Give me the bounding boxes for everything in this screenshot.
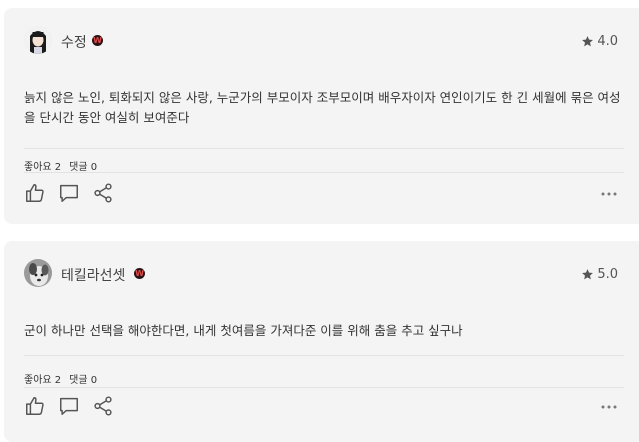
star-icon xyxy=(582,269,594,280)
divider xyxy=(24,148,624,149)
action-bar xyxy=(24,395,114,417)
rating-value: 4.0 xyxy=(597,34,618,49)
review-card: 수정 W 4.0 늙지 않은 노인, 퇴화되지 않은 사랑, 누군가의 부모이자… xyxy=(4,8,639,224)
review-stats: 좋아요 2 댓글 0 xyxy=(24,371,105,386)
share-icon[interactable] xyxy=(92,395,114,417)
divider xyxy=(24,172,624,173)
avatar[interactable] xyxy=(24,26,52,54)
watcha-badge-icon: W xyxy=(92,35,103,46)
review-stats: 좋아요 2 댓글 0 xyxy=(24,158,105,173)
avatar[interactable] xyxy=(24,259,52,287)
comment-icon[interactable] xyxy=(58,182,80,204)
star-icon xyxy=(582,36,594,47)
rating-value: 5.0 xyxy=(597,267,618,282)
more-icon[interactable] xyxy=(600,404,618,410)
rating: 5.0 xyxy=(581,267,618,282)
review-card: 테킬라선셋 W 5.0 군이 하나만 선택을 해야한다면, 내게 첫여름을 가져… xyxy=(4,241,639,442)
divider xyxy=(24,355,624,356)
watcha-badge-icon: W xyxy=(134,268,145,279)
more-icon[interactable] xyxy=(600,191,618,197)
review-text[interactable]: 군이 하나만 선택을 해야한다면, 내게 첫여름을 가져다준 이를 위해 춤을 … xyxy=(24,321,624,341)
avatar-image xyxy=(24,259,52,287)
action-bar xyxy=(24,182,114,204)
divider xyxy=(24,387,624,388)
thumbs-up-icon[interactable] xyxy=(24,395,46,417)
share-icon[interactable] xyxy=(92,182,114,204)
rating: 4.0 xyxy=(581,34,618,49)
avatar-image xyxy=(24,26,52,54)
likes-count: 좋아요 2 xyxy=(24,375,62,386)
thumbs-up-icon[interactable] xyxy=(24,182,46,204)
comments-count: 댓글 0 xyxy=(69,375,98,386)
review-text[interactable]: 늙지 않은 노인, 퇴화되지 않은 사랑, 누군가의 부모이자 조부모이며 배우… xyxy=(24,88,624,128)
author-name[interactable]: 수정 xyxy=(61,32,87,52)
comment-icon[interactable] xyxy=(58,395,80,417)
author-name[interactable]: 테킬라선셋 xyxy=(61,265,125,285)
